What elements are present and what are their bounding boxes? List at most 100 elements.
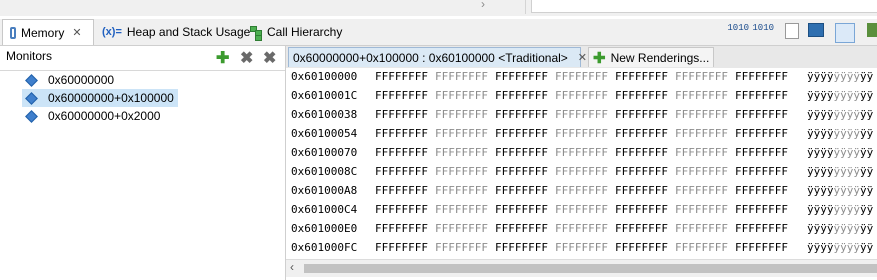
tab-new-renderings[interactable]: ✚ New Renderings... (588, 47, 715, 67)
memory-cell[interactable]: FFFFFFFF (735, 203, 788, 216)
memory-cell[interactable]: FFFFFFFF (735, 127, 788, 140)
memory-address: 0x6010008C (291, 165, 358, 178)
memory-cell[interactable]: FFFFFFFF (675, 184, 728, 197)
memory-cell[interactable]: FFFFFFFF (735, 146, 788, 159)
horizontal-scrollbar[interactable]: ‹ (286, 259, 877, 277)
new-document-icon[interactable] (785, 23, 799, 39)
renderings-pane: 0x60000000+0x100000 : 0x60100000 <Tradit… (286, 46, 877, 280)
memory-cell[interactable]: FFFFFFFF (435, 70, 488, 83)
memory-cell[interactable]: FFFFFFFF (375, 89, 428, 102)
memory-cell[interactable]: FFFFFFFF (375, 165, 428, 178)
remove-monitor-icon[interactable]: ✖ (240, 51, 253, 67)
memory-cell[interactable]: FFFFFFFF (735, 165, 788, 178)
memory-cell[interactable]: FFFFFFFF (675, 146, 728, 159)
memory-cell[interactable]: FFFFFFFF (555, 165, 608, 178)
memory-cell[interactable]: FFFFFFFF (495, 127, 548, 140)
memory-cell[interactable]: FFFFFFFF (615, 222, 668, 235)
add-monitor-icon[interactable]: ✚ (216, 51, 229, 67)
memory-cell[interactable]: FFFFFFFF (495, 165, 548, 178)
memory-cell[interactable]: FFFFFFFF (675, 222, 728, 235)
memory-cell[interactable]: FFFFFFFF (675, 127, 728, 140)
memory-cell[interactable]: FFFFFFFF (435, 203, 488, 216)
memory-cell[interactable]: FFFFFFFF (375, 184, 428, 197)
memory-cell[interactable]: FFFFFFFF (375, 203, 428, 216)
memory-cell[interactable]: FFFFFFFF (495, 70, 548, 83)
memory-cell[interactable]: FFFFFFFF (495, 108, 548, 121)
memory-cell[interactable]: FFFFFFFF (375, 222, 428, 235)
monitor-item[interactable]: 0x60000000+0x2000 (22, 107, 164, 125)
memory-cell[interactable]: FFFFFFFF (435, 127, 488, 140)
binary-view-button[interactable]: 1010 (727, 23, 749, 41)
memory-cell[interactable]: FFFFFFFF (495, 241, 548, 254)
tab-traditional-rendering[interactable]: 0x60000000+0x100000 : 0x60100000 <Tradit… (288, 47, 587, 67)
memory-cell[interactable]: FFFFFFFF (435, 146, 488, 159)
tab-heap-stack[interactable]: (x)= Heap and Stack Usage (102, 19, 250, 45)
memory-cell[interactable]: FFFFFFFF (555, 184, 608, 197)
monitor-item-selected[interactable]: 0x60000000+0x100000 (22, 89, 178, 107)
memory-cell[interactable]: FFFFFFFF (375, 70, 428, 83)
memory-cell[interactable]: FFFFFFFF (735, 241, 788, 254)
memory-cell[interactable]: FFFFFFFF (735, 222, 788, 235)
memory-cell[interactable]: FFFFFFFF (375, 108, 428, 121)
memory-cell[interactable]: FFFFFFFF (735, 184, 788, 197)
memory-cell[interactable]: FFFFFFFF (675, 203, 728, 216)
memory-cell[interactable]: FFFFFFFF (555, 146, 608, 159)
memory-cell[interactable]: FFFFFFFF (555, 203, 608, 216)
memory-icon (10, 26, 16, 39)
memory-cell[interactable]: FFFFFFFF (675, 241, 728, 254)
monitor-item[interactable]: 0x60000000 (22, 71, 118, 89)
memory-cell[interactable]: FFFFFFFF (555, 241, 608, 254)
memory-cell[interactable]: FFFFFFFF (555, 108, 608, 121)
memory-cell[interactable]: FFFFFFFF (435, 165, 488, 178)
memory-cell[interactable]: FFFFFFFF (675, 70, 728, 83)
memory-cell[interactable]: FFFFFFFF (615, 184, 668, 197)
memory-cell[interactable]: FFFFFFFF (375, 146, 428, 159)
close-icon[interactable]: ✕ (578, 51, 587, 64)
memory-cell[interactable]: FFFFFFFF (495, 89, 548, 102)
memory-cell[interactable]: FFFFFFFF (615, 89, 668, 102)
memory-text: ÿÿÿÿÿÿÿÿÿÿ (807, 222, 874, 235)
memory-cell[interactable]: FFFFFFFF (435, 222, 488, 235)
memory-cell[interactable]: FFFFFFFF (555, 222, 608, 235)
tab-memory[interactable]: Memory ✕ (2, 19, 94, 45)
remove-all-monitors-icon[interactable]: ✖ (263, 51, 276, 67)
memory-cell[interactable]: FFFFFFFF (735, 108, 788, 121)
memory-cell[interactable]: FFFFFFFF (435, 108, 488, 121)
binary-view-alt-button[interactable]: 1010 (752, 23, 774, 41)
memory-cell[interactable]: FFFFFFFF (615, 127, 668, 140)
add-rendering-icon: ✚ (593, 49, 606, 67)
memory-cell[interactable]: FFFFFFFF (495, 222, 548, 235)
memory-cell[interactable]: FFFFFFFF (675, 165, 728, 178)
memory-cell[interactable]: FFFFFFFF (495, 146, 548, 159)
memory-cell[interactable]: FFFFFFFF (435, 89, 488, 102)
memory-cell[interactable]: FFFFFFFF (615, 165, 668, 178)
memory-cell[interactable]: FFFFFFFF (675, 89, 728, 102)
memory-cell[interactable]: FFFFFFFF (735, 70, 788, 83)
memory-cell[interactable]: FFFFFFFF (435, 241, 488, 254)
memory-cell[interactable]: FFFFFFFF (615, 241, 668, 254)
memory-cell[interactable]: FFFFFFFF (675, 108, 728, 121)
memory-table[interactable]: 0x60100000 FFFFFFFF FFFFFFFF FFFFFFFF FF… (286, 68, 877, 258)
memory-cell[interactable]: FFFFFFFF (435, 184, 488, 197)
layout-icon[interactable] (867, 23, 877, 37)
memory-cell[interactable]: FFFFFFFF (735, 89, 788, 102)
memory-cell[interactable]: FFFFFFFF (375, 127, 428, 140)
memory-cell[interactable]: FFFFFFFF (615, 108, 668, 121)
export-icon[interactable] (808, 23, 824, 37)
link-toggle-button[interactable] (835, 23, 855, 43)
memory-cell[interactable]: FFFFFFFF (495, 184, 548, 197)
memory-cell[interactable]: FFFFFFFF (615, 70, 668, 83)
memory-cell[interactable]: FFFFFFFF (615, 146, 668, 159)
memory-cell[interactable]: FFFFFFFF (555, 127, 608, 140)
memory-address: 0x60100038 (291, 108, 358, 121)
memory-cell[interactable]: FFFFFFFF (615, 203, 668, 216)
scroll-left-icon[interactable]: ‹ (290, 260, 294, 274)
memory-cell[interactable]: FFFFFFFF (375, 241, 428, 254)
close-icon[interactable]: ✕ (72, 26, 81, 39)
memory-cell[interactable]: FFFFFFFF (555, 89, 608, 102)
scrollbar-thumb[interactable] (304, 264, 877, 273)
memory-cell[interactable]: FFFFFFFF (555, 70, 608, 83)
memory-cell[interactable]: FFFFFFFF (495, 203, 548, 216)
tab-call-hierarchy[interactable]: Call Hierarchy (250, 19, 342, 45)
chevron-right-icon[interactable]: › (481, 0, 485, 11)
